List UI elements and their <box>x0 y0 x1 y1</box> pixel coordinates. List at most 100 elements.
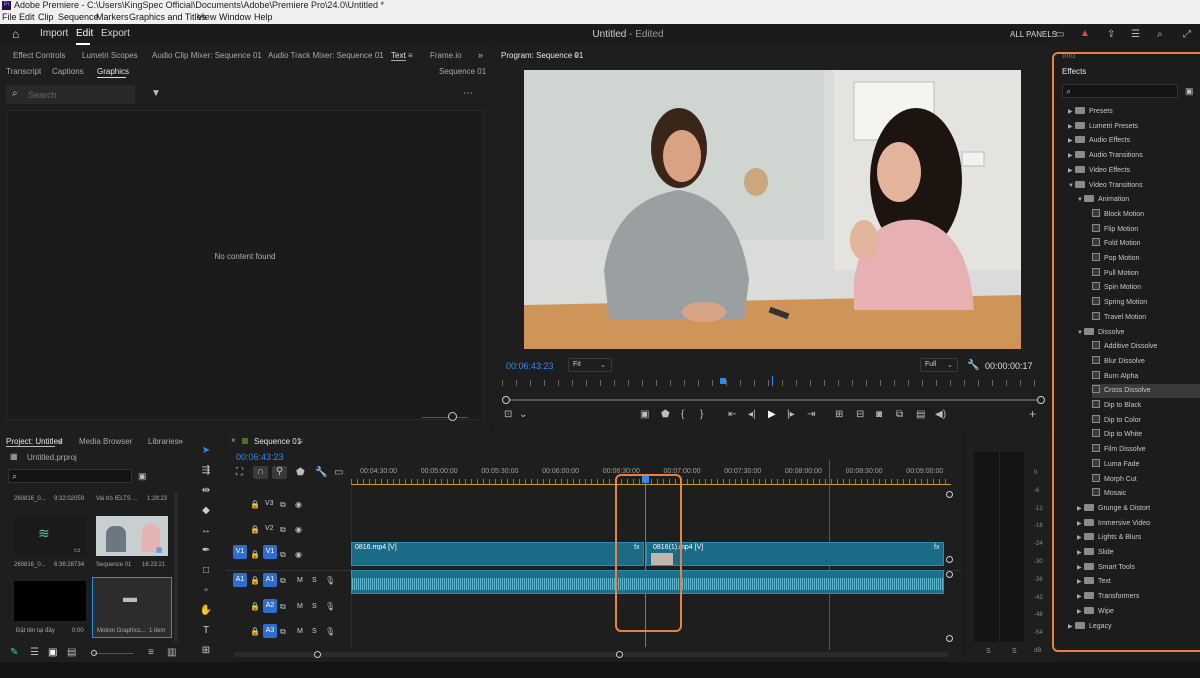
project-scrollbar[interactable] <box>174 492 178 642</box>
project-item-name[interactable]: Đặt tên tại đây <box>16 628 55 634</box>
solo-button[interactable]: S <box>312 628 317 635</box>
program-scroll-track[interactable] <box>506 399 1038 401</box>
tab-media-browser[interactable]: Media Browser <box>79 437 132 446</box>
source-patch-v1[interactable]: V1 <box>233 545 247 559</box>
track-scroll-handle[interactable] <box>946 571 953 578</box>
eye-icon[interactable]: ◉ <box>295 550 302 560</box>
caption-tool-icon[interactable]: ⊞ <box>199 644 213 658</box>
program-timecode[interactable]: 00:06:43:23 <box>506 361 554 371</box>
quick-export-icon[interactable]: ⇪ <box>1107 30 1115 40</box>
track-target-v1[interactable]: V1 <box>263 545 277 559</box>
go-to-in-icon[interactable]: ⇤ <box>728 410 736 420</box>
program-scroll-start[interactable] <box>502 396 510 404</box>
wrench-icon[interactable]: 🔧 <box>967 361 979 371</box>
lift-icon[interactable]: ⊞ <box>835 410 843 420</box>
wrench-icon[interactable]: 🔧 <box>315 468 327 478</box>
meter-solo-left[interactable]: S <box>986 648 991 655</box>
mute-button[interactable]: M <box>297 577 303 584</box>
track-scroll-handle[interactable] <box>946 556 953 563</box>
track-target-a3[interactable]: A3 <box>263 624 277 638</box>
microphone-icon[interactable]: 🎙 <box>325 576 335 586</box>
nest-icon[interactable]: ⛶ <box>236 468 243 478</box>
proxy-toggle-icon[interactable]: ▤ <box>916 410 925 420</box>
lock-icon[interactable]: 🔒 <box>250 525 260 535</box>
source-patch-a1[interactable]: A1 <box>233 573 247 587</box>
timeline-sequence-title[interactable]: Sequence 01 <box>254 437 301 446</box>
mark-in-icon[interactable]: { <box>681 410 684 420</box>
sequence-thumbnail[interactable]: ▦ <box>96 516 168 556</box>
camera-icon[interactable]: ◙ <box>876 410 882 420</box>
zoom-slider-track[interactable] <box>422 417 468 418</box>
sync-lock-icon[interactable]: ⧉ <box>280 602 286 612</box>
project-search-input[interactable]: ⌕ <box>8 469 132 483</box>
sync-lock-icon[interactable]: ⧉ <box>280 627 286 637</box>
list-view-icon[interactable]: ☰ <box>30 648 39 658</box>
add-marker-icon[interactable]: ⬟ <box>296 468 305 478</box>
progress-icon[interactable]: ☰ <box>1131 30 1140 40</box>
hand-tool-icon[interactable]: ✋ <box>199 604 213 618</box>
subtab-graphics[interactable]: Graphics <box>97 67 129 76</box>
icon-view-icon[interactable]: ▣ <box>48 648 57 658</box>
track-target-a1[interactable]: A1 <box>263 573 277 587</box>
timeline-zoom-end[interactable] <box>616 651 623 658</box>
lock-icon[interactable]: 🔒 <box>250 550 260 560</box>
eye-icon[interactable]: ◉ <box>295 525 302 535</box>
menu-clip[interactable]: Clip <box>38 11 54 24</box>
tab-project[interactable]: Project: Untitled <box>6 437 62 446</box>
step-back-icon[interactable]: ◂| <box>748 410 756 420</box>
chevron-down-icon[interactable]: ⌄ <box>519 410 527 420</box>
menu-markers[interactable]: Markers <box>96 11 129 24</box>
slip-tool-icon[interactable]: ↔ <box>199 524 213 538</box>
help-search-icon[interactable]: ⌕ <box>1157 30 1163 40</box>
tab-menu-icon[interactable]: ≡ <box>298 437 303 447</box>
snap-button[interactable]: ∩ <box>253 466 268 479</box>
menu-file[interactable]: File <box>2 11 17 24</box>
tab-menu-icon[interactable]: ≡ <box>408 51 413 61</box>
play-icon[interactable]: ▶ <box>768 410 776 420</box>
step-forward-icon[interactable]: |▸ <box>787 410 795 420</box>
tab-effect-controls[interactable]: Effect Controls <box>13 51 65 60</box>
volume-icon[interactable]: ◀) <box>935 410 946 420</box>
add-button-icon[interactable]: + <box>1029 408 1036 420</box>
eye-icon[interactable]: ◉ <box>295 500 302 510</box>
microphone-icon[interactable]: 🎙 <box>325 627 335 637</box>
add-marker-icon[interactable]: ▣ <box>640 410 649 420</box>
solo-button[interactable]: S <box>312 603 317 610</box>
project-item-name[interactable]: 260816_0... <box>14 562 46 568</box>
track-select-tool-icon[interactable]: ⇶ <box>199 464 213 478</box>
lock-icon[interactable]: 🔒 <box>250 602 260 612</box>
project-item-name[interactable]: Motion Graphics... <box>97 628 146 634</box>
project-item-name[interactable]: 260816_0... <box>14 496 46 502</box>
menu-help[interactable]: Help <box>254 11 273 24</box>
program-playhead[interactable] <box>720 378 726 384</box>
safe-margins-icon[interactable]: ⊡ <box>504 410 512 420</box>
sort-icon[interactable]: ≡ <box>148 648 154 658</box>
lock-icon[interactable]: 🔒 <box>250 500 260 510</box>
rectangle-tool-icon[interactable]: □ <box>199 564 213 578</box>
freeform-view-icon[interactable]: ▤ <box>67 648 76 658</box>
ripple-edit-tool-icon[interactable]: ⇹ <box>199 484 213 498</box>
mute-button[interactable]: M <box>297 628 303 635</box>
tab-text[interactable]: Text <box>391 51 406 60</box>
filter-icon[interactable]: ▼ <box>151 89 161 99</box>
timeline-zoom-start[interactable] <box>314 651 321 658</box>
track-scroll-handle[interactable] <box>946 491 953 498</box>
project-item-name[interactable]: Vai trò IELTS ... <box>96 496 137 502</box>
lock-icon[interactable]: 🔒 <box>250 576 260 586</box>
type-tool-icon[interactable]: T <box>199 624 213 638</box>
new-bin-icon[interactable]: ▣ <box>138 471 147 481</box>
menu-window[interactable]: Window <box>219 11 251 24</box>
pencil-icon[interactable]: ✎ <box>10 648 18 658</box>
pen-tool-icon[interactable]: ✒ <box>199 544 213 558</box>
automate-icon[interactable]: ▥ <box>167 648 176 658</box>
captions-icon[interactable]: ▭ <box>334 468 343 478</box>
tab-libraries[interactable]: Libraries <box>148 437 179 446</box>
more-options-icon[interactable]: ⋯ <box>463 89 473 99</box>
warning-icon[interactable]: ▲ <box>1080 29 1090 39</box>
sync-lock-icon[interactable]: ⧉ <box>280 576 286 586</box>
sync-lock-icon[interactable]: ⧉ <box>280 550 286 560</box>
menu-edit[interactable]: Edit <box>19 11 35 24</box>
project-item-name[interactable]: Sequence 01 <box>96 562 131 568</box>
panel-overflow-icon[interactable]: » <box>178 436 183 446</box>
monitor-menu-icon[interactable]: ≡ <box>574 51 579 61</box>
